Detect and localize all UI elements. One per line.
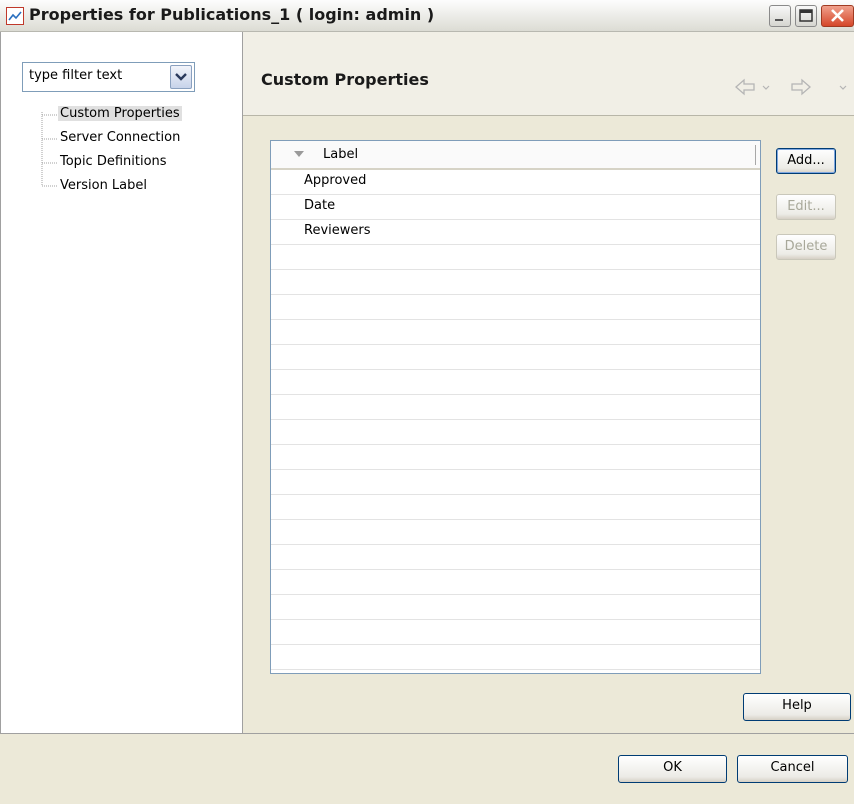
empty-row — [271, 320, 760, 345]
empty-row — [271, 395, 760, 420]
empty-row — [271, 420, 760, 445]
table-cell: Approved — [304, 173, 367, 188]
empty-row — [271, 570, 760, 595]
filter-input[interactable]: type filter text — [22, 62, 195, 92]
help-button[interactable]: Help — [743, 693, 851, 721]
empty-row — [271, 295, 760, 320]
properties-dialog: Properties for Publications_1 ( login: a… — [0, 0, 854, 804]
tree-item-version-label[interactable]: Version Label — [60, 178, 147, 193]
filter-input-text: type filter text — [29, 68, 123, 83]
empty-row — [271, 345, 760, 370]
delete-button[interactable]: Delete — [776, 234, 836, 260]
column-header-text: Label — [323, 147, 359, 162]
empty-row — [271, 595, 760, 620]
window-title: Properties for Publications_1 ( login: a… — [29, 5, 435, 24]
empty-row — [271, 545, 760, 570]
history-nav — [735, 78, 847, 96]
close-icon[interactable] — [821, 5, 854, 27]
maximize-icon[interactable] — [795, 5, 817, 27]
edit-button[interactable]: Edit... — [776, 194, 836, 220]
title-bar[interactable]: Properties for Publications_1 ( login: a… — [0, 0, 854, 32]
add-button[interactable]: Add... — [776, 148, 836, 174]
back-arrow-icon[interactable] — [735, 78, 770, 96]
minimize-icon[interactable] — [769, 5, 791, 27]
table-row[interactable]: Approved — [271, 170, 760, 195]
empty-row — [271, 520, 760, 545]
ok-button[interactable]: OK — [618, 755, 727, 783]
tree-item-topic-definitions[interactable]: Topic Definitions — [60, 154, 167, 169]
table-row[interactable]: Reviewers — [271, 220, 760, 245]
empty-row — [271, 470, 760, 495]
tree-item-server-connection[interactable]: Server Connection — [60, 130, 180, 145]
page-title: Custom Properties — [261, 70, 429, 89]
tree-item-custom-properties[interactable]: Custom Properties — [58, 106, 182, 121]
empty-row — [271, 270, 760, 295]
table-row[interactable]: Date — [271, 195, 760, 220]
dropdown-arrow-icon[interactable] — [170, 65, 192, 89]
empty-row — [271, 370, 760, 395]
empty-row — [271, 495, 760, 520]
custom-properties-table[interactable]: Label Approved Date Reviewers — [270, 140, 761, 674]
empty-row — [271, 445, 760, 470]
forward-arrow-icon[interactable] — [791, 78, 847, 96]
column-header-label[interactable]: Label — [271, 141, 760, 170]
sort-indicator-icon — [294, 151, 304, 157]
empty-row — [271, 620, 760, 645]
table-cell: Date — [304, 198, 336, 213]
table-cell: Reviewers — [304, 223, 371, 238]
tree-connector-lines — [41, 112, 58, 187]
cancel-button[interactable]: Cancel — [737, 755, 848, 783]
empty-row — [271, 645, 760, 670]
app-icon — [6, 7, 24, 25]
empty-row — [271, 245, 760, 270]
column-separator[interactable] — [755, 145, 756, 165]
